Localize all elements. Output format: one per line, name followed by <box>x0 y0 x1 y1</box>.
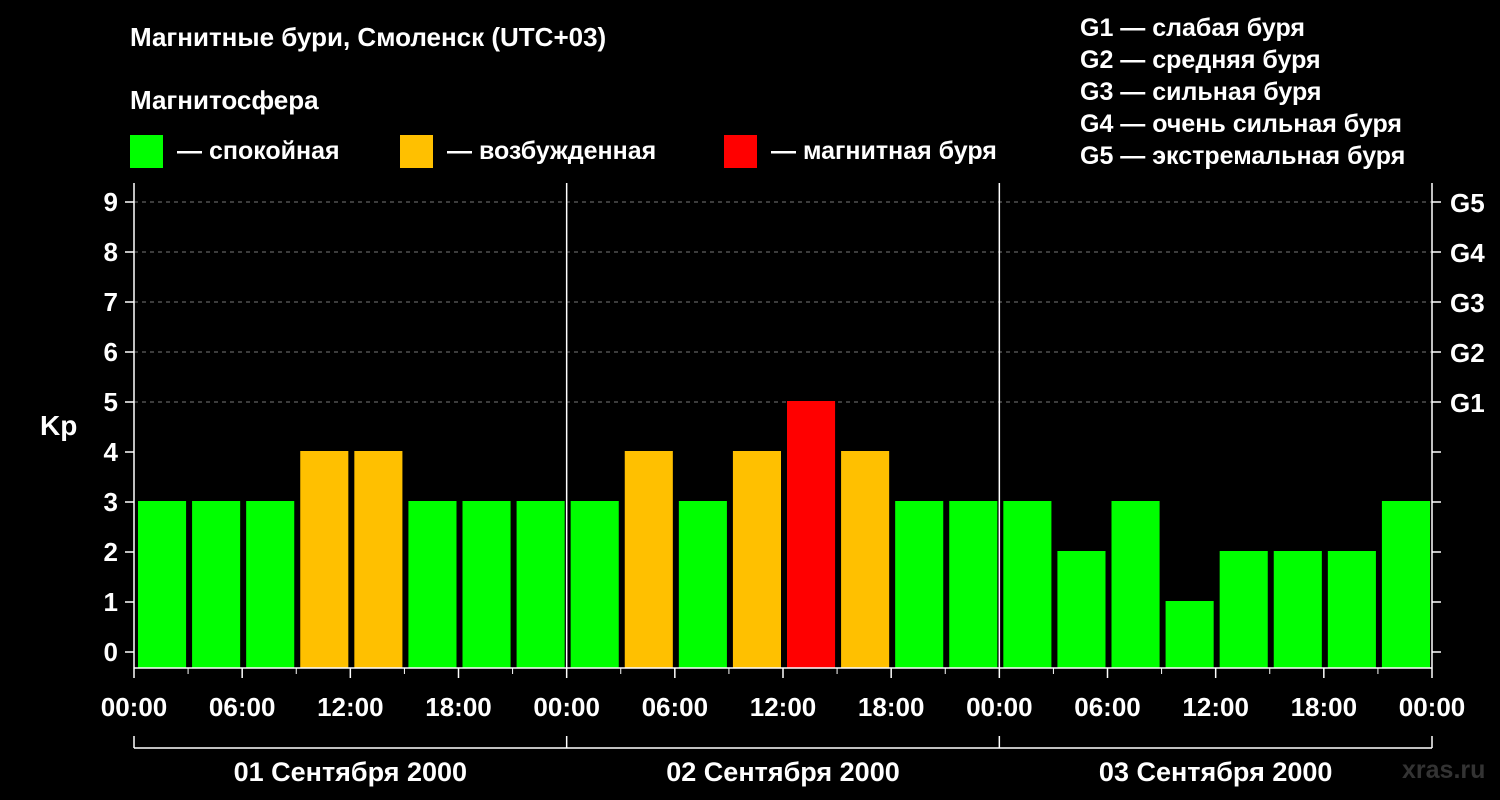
x-tick-label: 18:00 <box>1291 692 1358 722</box>
kp-bar <box>300 451 349 668</box>
kp-bar <box>408 501 457 668</box>
kp-bar <box>192 501 241 668</box>
kp-bar <box>462 501 511 668</box>
kp-bar <box>624 451 673 668</box>
g-level-label: G5 <box>1450 188 1485 218</box>
kp-bar <box>1165 601 1214 668</box>
kp-bar <box>1219 551 1268 668</box>
kp-bar <box>246 501 295 668</box>
kp-bar <box>1003 501 1052 668</box>
x-tick-label: 00:00 <box>966 692 1033 722</box>
kp-bar <box>732 451 781 668</box>
kp-bar <box>787 401 836 668</box>
day-label: 01 Сентября 2000 <box>234 757 467 787</box>
kp-bar <box>949 501 998 668</box>
kp-bar <box>1111 501 1160 668</box>
watermark: xras.ru <box>1402 756 1486 784</box>
x-tick-label: 18:00 <box>425 692 492 722</box>
x-tick-label: 06:00 <box>642 692 709 722</box>
g-level-label: G3 <box>1450 288 1485 318</box>
x-tick-label: 06:00 <box>1074 692 1141 722</box>
y-tick-label: 5 <box>104 387 118 417</box>
kp-bar <box>1327 551 1376 668</box>
y-tick-label: 4 <box>104 437 119 467</box>
y-tick-label: 3 <box>104 487 118 517</box>
day-label: 02 Сентября 2000 <box>666 757 899 787</box>
x-tick-label: 00:00 <box>533 692 600 722</box>
g-level-label: G1 <box>1450 388 1485 418</box>
kp-bar <box>516 501 565 668</box>
y-tick-label: 6 <box>104 337 118 367</box>
day-label: 03 Сентября 2000 <box>1099 757 1332 787</box>
kp-bar <box>1057 551 1106 668</box>
y-tick-label: 9 <box>104 187 118 217</box>
x-tick-label: 12:00 <box>750 692 817 722</box>
g-level-label: G2 <box>1450 338 1485 368</box>
x-tick-label: 18:00 <box>858 692 925 722</box>
x-tick-label: 06:00 <box>209 692 276 722</box>
kp-bar-chart: 0 1 2 3 4 5 6 7 8 9 G1 G2 G3 G4 G5 00:00 06:00 12:00 18:00… <box>101 183 1485 787</box>
kp-bar <box>354 451 403 668</box>
y-tick-label: 7 <box>104 287 118 317</box>
g-level-label: G4 <box>1450 238 1485 268</box>
y-tick-label: 8 <box>104 237 118 267</box>
y-tick-label: 2 <box>104 537 118 567</box>
kp-bar <box>1381 501 1430 668</box>
kp-bar <box>138 501 187 668</box>
kp-bar <box>1273 551 1322 668</box>
y-tick-label: 0 <box>104 637 118 667</box>
x-tick-label: 00:00 <box>101 692 168 722</box>
x-tick-label: 00:00 <box>1399 692 1466 722</box>
x-tick-label: 12:00 <box>317 692 384 722</box>
kp-bar <box>570 501 619 668</box>
x-tick-label: 12:00 <box>1182 692 1249 722</box>
kp-bar <box>895 501 944 668</box>
kp-bar <box>841 451 890 668</box>
y-tick-label: 1 <box>104 587 118 617</box>
kp-bar <box>678 501 727 668</box>
